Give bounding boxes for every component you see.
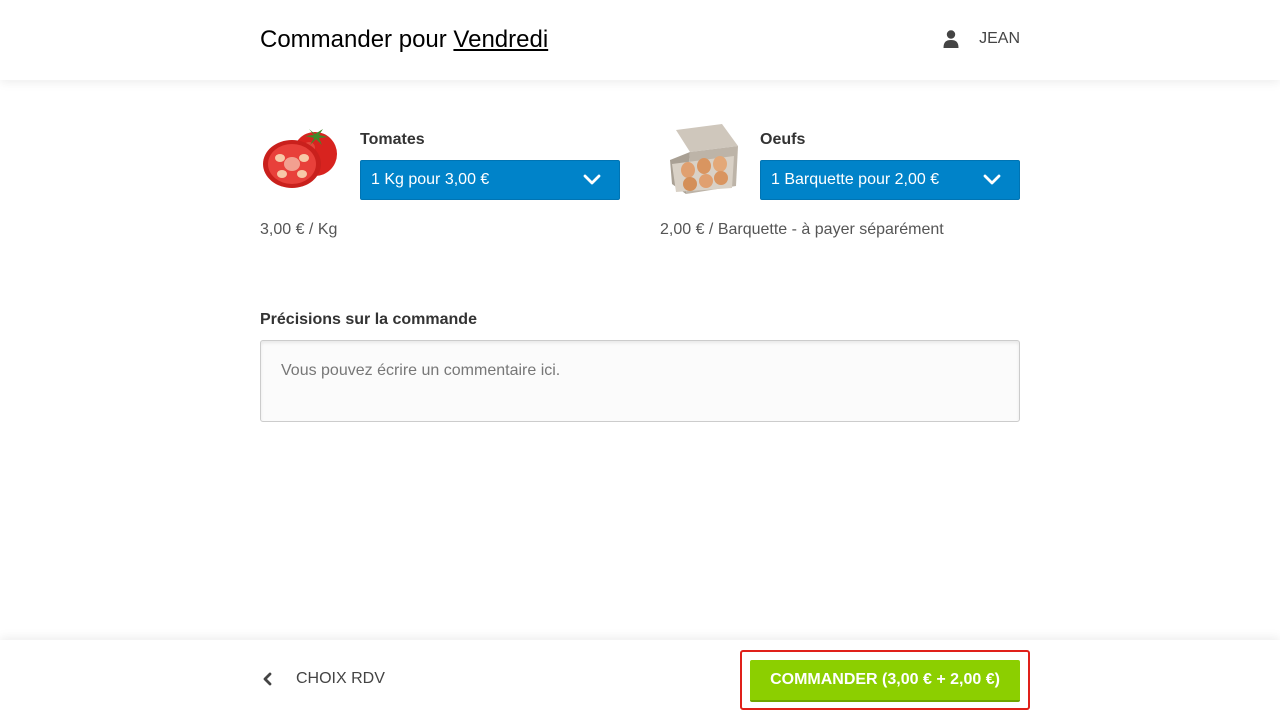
page-title-prefix: Commander pour <box>260 26 447 53</box>
back-to-appointment-button[interactable]: CHOIX RDV <box>260 670 385 688</box>
quantity-select-oeufs[interactable]: 1 Barquette pour 2,00 € <box>760 160 1020 200</box>
product-unit-price: 2,00 € / Barquette - à payer séparément <box>660 221 944 238</box>
product-unit-price: 3,00 € / Kg <box>260 221 338 238</box>
eggs-carton-image <box>670 124 738 194</box>
quantity-select-value: 1 Kg pour 3,00 € <box>371 171 490 188</box>
quantity-select-tomates[interactable]: 1 Kg pour 3,00 € <box>360 160 620 200</box>
user-icon <box>943 30 959 48</box>
order-notes-input[interactable] <box>260 340 1020 422</box>
user-menu[interactable]: JEAN <box>943 30 1020 48</box>
page-footer: CHOIX RDV COMMANDER (3,00 € + 2,00 €) <box>0 640 1280 720</box>
delivery-day-link[interactable]: Vendredi <box>453 26 548 53</box>
order-button[interactable]: COMMANDER (3,00 € + 2,00 €) <box>750 660 1020 702</box>
quantity-select-value: 1 Barquette pour 2,00 € <box>771 171 940 188</box>
chevron-left-icon <box>263 672 272 686</box>
user-name: JEAN <box>979 30 1020 47</box>
page-header: Commander pour Vendredi JEAN <box>0 0 1280 80</box>
product-name: Oeufs <box>760 131 806 148</box>
product-name: Tomates <box>360 131 425 148</box>
page-title: Commander pour Vendredi <box>260 26 548 54</box>
order-notes-label: Précisions sur la commande <box>260 311 477 328</box>
back-button-label: CHOIX RDV <box>296 670 385 687</box>
chevron-down-icon <box>983 174 1001 185</box>
chevron-down-icon <box>583 174 601 185</box>
tomato-image <box>263 129 337 188</box>
